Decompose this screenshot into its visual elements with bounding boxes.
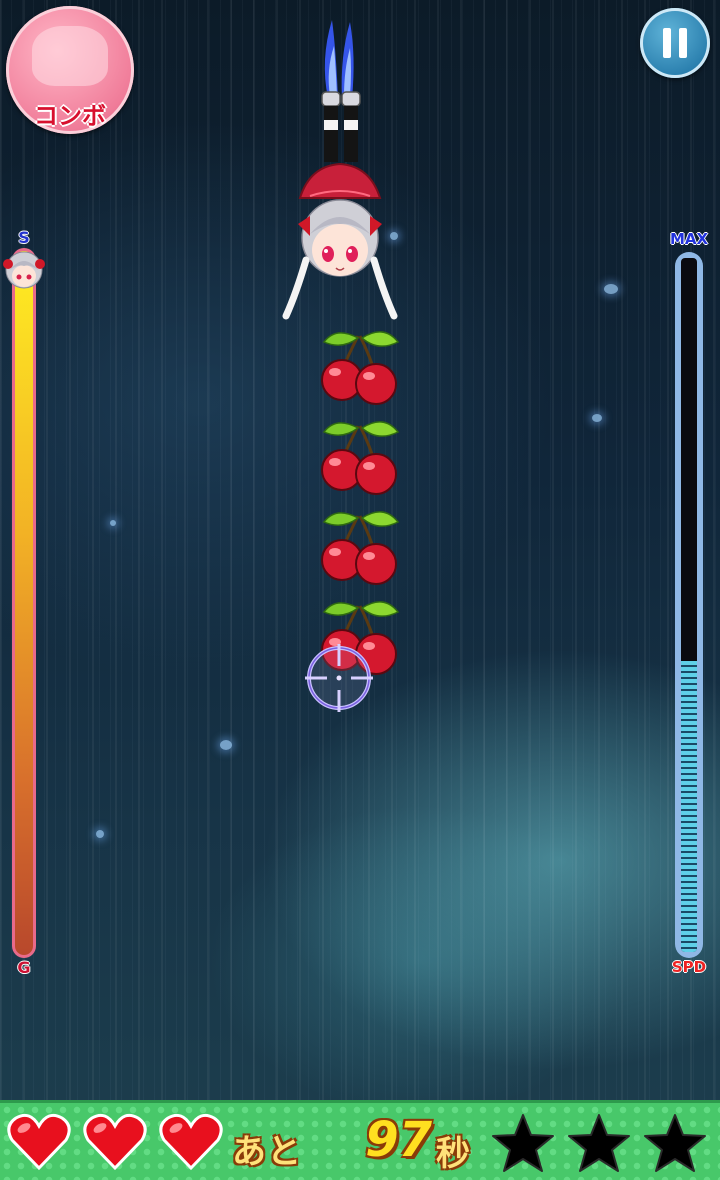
heart-icon (7, 1113, 71, 1171)
time-remaining-value: 97 (365, 1112, 432, 1168)
time-unit-label: 秒 (436, 1134, 470, 1174)
progress-goal-label: G (17, 958, 31, 977)
game-stage[interactable]: コンボ S G MAX SPD あと 97 秒 (0, 0, 720, 1180)
combo-badge-emblem (32, 26, 108, 86)
target-crosshair-icon (305, 644, 373, 712)
heart-icon (159, 1113, 223, 1171)
combo-label: コンボ (34, 102, 106, 130)
cherry-icon[interactable] (318, 326, 402, 406)
cherry-icon[interactable] (318, 416, 402, 496)
course-progress-fill (15, 251, 33, 955)
progress-start-label: S (18, 228, 30, 247)
combo-badge: コンボ (6, 6, 134, 134)
speed-gauge-fill (681, 660, 697, 952)
background-star (220, 740, 232, 750)
player-character (282, 20, 398, 320)
speed-label: SPD (671, 958, 707, 976)
star-icon (644, 1114, 706, 1172)
speed-max-label: MAX (669, 230, 709, 248)
speed-gauge (675, 252, 703, 958)
star-icon (492, 1114, 554, 1172)
background-star (110, 520, 116, 526)
heart-icon (83, 1113, 147, 1171)
cherry-icon[interactable] (318, 506, 402, 586)
time-remaining-label: あと (232, 1132, 302, 1172)
player-position-marker-icon (3, 251, 45, 289)
background-star (592, 414, 602, 422)
background-star (96, 830, 104, 838)
speed-gauge-track (681, 258, 697, 952)
star-icon (568, 1114, 630, 1172)
background-star (604, 284, 618, 294)
pause-button[interactable] (640, 8, 710, 78)
course-progress-bar (12, 248, 36, 958)
